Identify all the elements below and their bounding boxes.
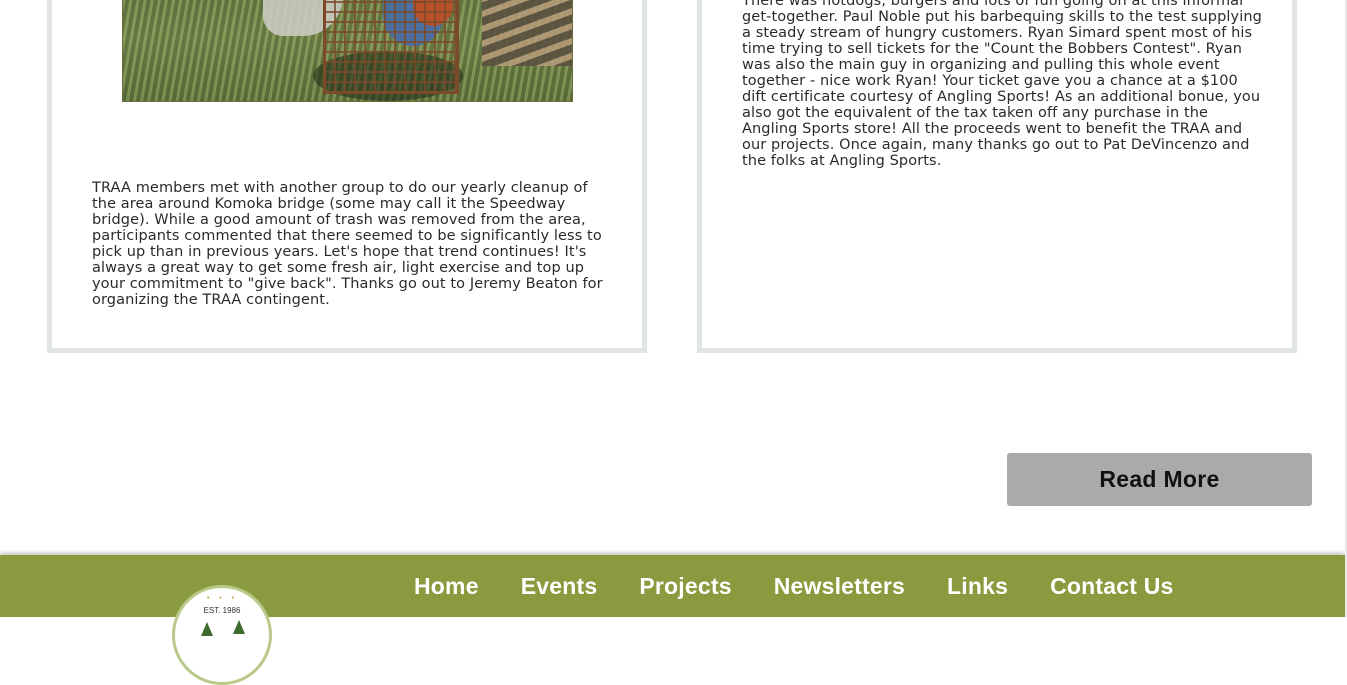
site-footer: • • • EST. 1986 Home Events Projects New… xyxy=(0,555,1345,685)
footer-nav-events[interactable]: Events xyxy=(500,569,619,603)
footer-nav: Home Events Projects Newsletters Links C… xyxy=(393,569,1195,603)
logo-established-text: EST. 1986 xyxy=(203,606,241,615)
traa-logo[interactable]: • • • EST. 1986 xyxy=(172,585,272,685)
footer-nav-home[interactable]: Home xyxy=(393,569,500,603)
footer-nav-projects[interactable]: Projects xyxy=(618,569,752,603)
logo-tree-icon xyxy=(201,622,213,636)
cleanup-photo xyxy=(122,0,573,102)
angling-sports-event-text: There was hotdogs, burgers and lots of f… xyxy=(742,0,1262,169)
photo-boards xyxy=(482,0,572,66)
read-more-button[interactable]: Read More xyxy=(1007,453,1312,506)
photo-shopping-cart xyxy=(323,0,459,94)
logo-tree-icon xyxy=(233,620,245,634)
logo-dots: • • • xyxy=(206,594,238,602)
komoka-cleanup-text: TRAA members met with another group to d… xyxy=(92,180,603,308)
footer-nav-contact-us[interactable]: Contact Us xyxy=(1029,569,1194,603)
footer-nav-newsletters[interactable]: Newsletters xyxy=(753,569,926,603)
footer-nav-links[interactable]: Links xyxy=(926,569,1029,603)
